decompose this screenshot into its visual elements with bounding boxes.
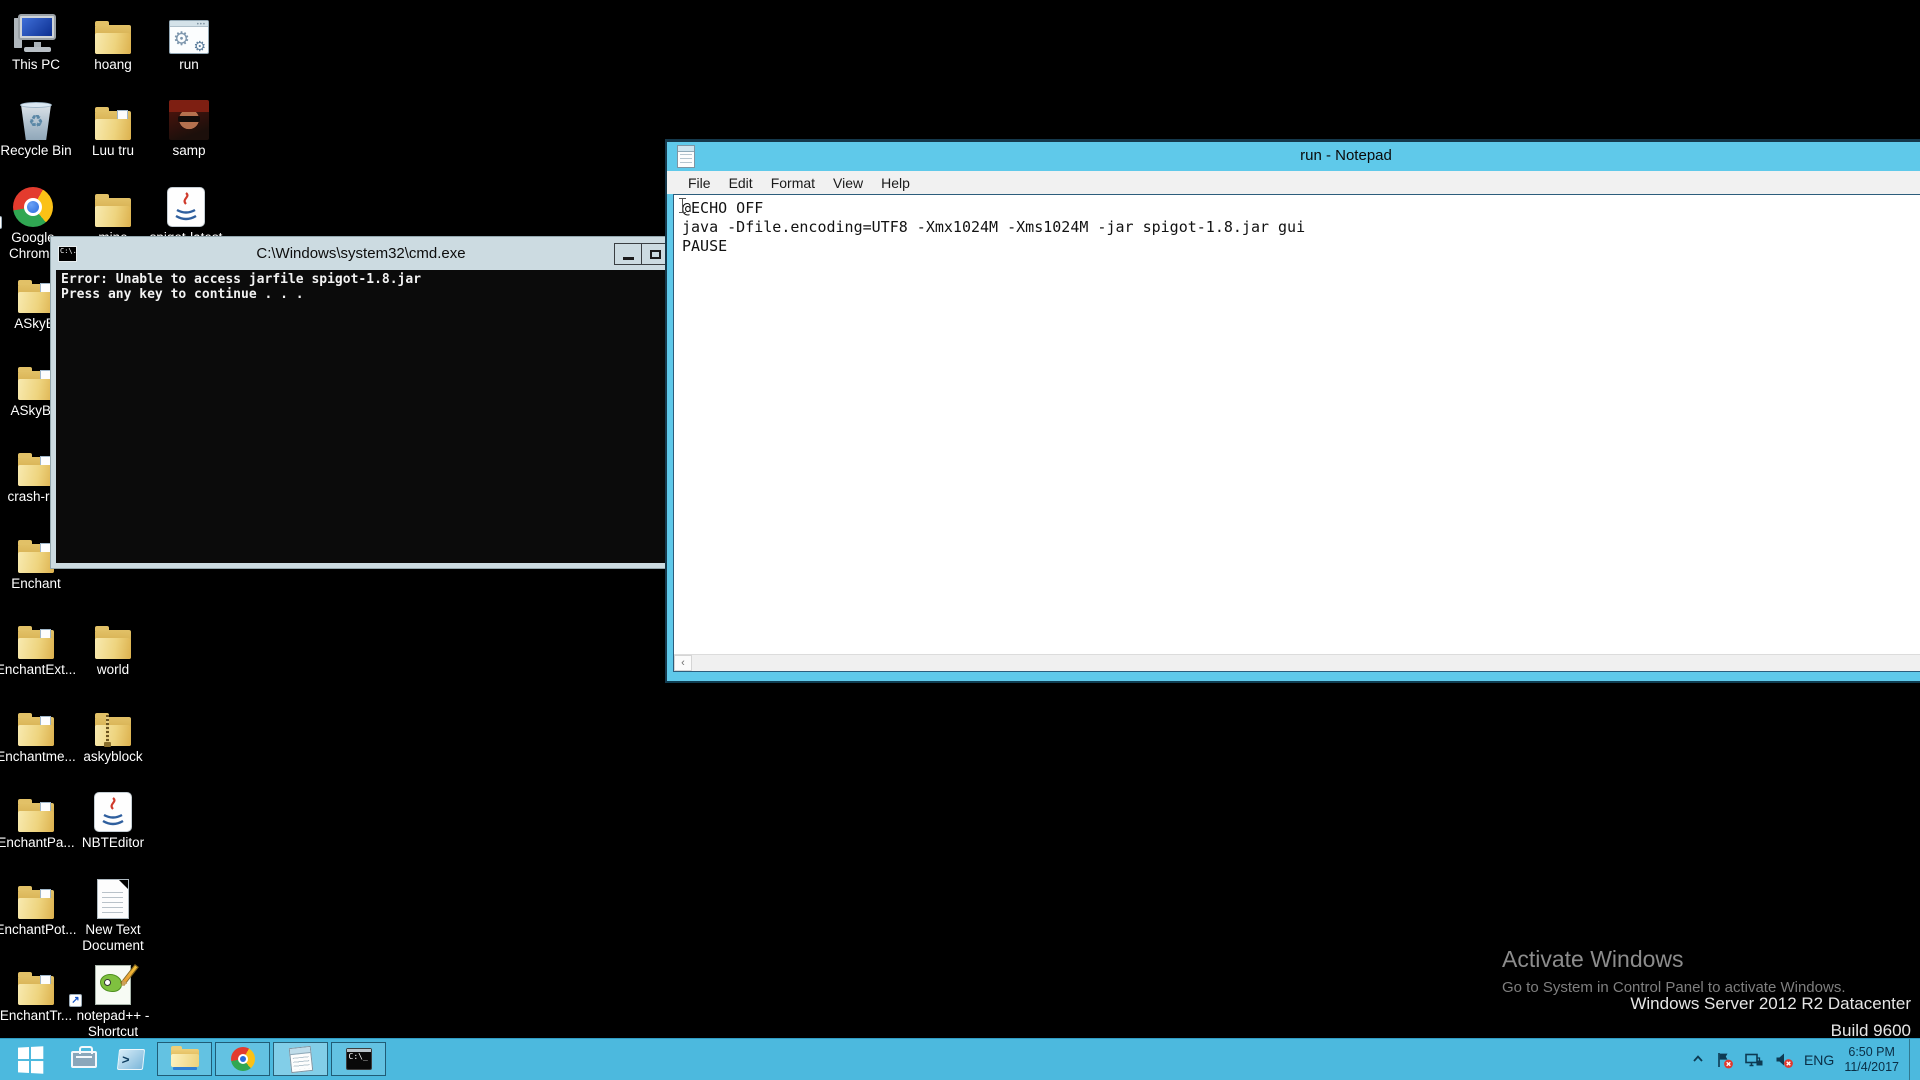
- os-edition-watermark: Windows Server 2012 R2 Datacenter Build …: [1630, 994, 1911, 1041]
- desktop-icon-label: world: [68, 662, 158, 678]
- powershell-icon: >: [116, 1049, 144, 1070]
- scroll-left-button[interactable]: ‹: [674, 655, 692, 671]
- folder-icon: [68, 615, 158, 659]
- file-explorer-icon: [171, 1049, 199, 1070]
- cmd-icon: C:\_: [346, 1048, 372, 1070]
- text-line: PAUSE: [682, 237, 727, 255]
- taskbar: > C:\_ ENG 6:50 PM 11/4/2017: [0, 1038, 1920, 1080]
- chevron-up-icon: [1691, 1053, 1705, 1065]
- shortcut-arrow-icon: ↗: [0, 216, 2, 229]
- desktop-icon-label: NBTEditor: [68, 835, 158, 851]
- horizontal-scrollbar[interactable]: ‹: [674, 654, 1920, 671]
- console-line: Press any key to continue . . .: [61, 287, 304, 302]
- desktop-icon-label: New Text Document: [68, 922, 158, 954]
- windows-logo-icon: [18, 1046, 43, 1073]
- notepad-window[interactable]: run - Notepad File Edit Format View Help…: [665, 139, 1920, 683]
- system-tray: ENG 6:50 PM 11/4/2017: [1691, 1039, 1920, 1080]
- notepad-window-title: run - Notepad: [667, 147, 1920, 164]
- desktop-icon-notepadpp-shortcut[interactable]: ↗ notepad++ - Shortcut: [68, 961, 158, 1040]
- desktop-icon-label: samp: [144, 143, 234, 159]
- desktop-icon-new-text-document[interactable]: New Text Document: [68, 875, 158, 954]
- menu-edit[interactable]: Edit: [720, 175, 762, 191]
- network-icon[interactable]: [1744, 1051, 1764, 1069]
- activate-windows-watermark: Activate Windows Go to System in Control…: [1502, 946, 1845, 996]
- desktop-icon-run[interactable]: •••⚙⚙ run: [144, 10, 234, 73]
- desktop-icon-label: Enchant: [0, 576, 81, 592]
- edition-text: Windows Server 2012 R2 Datacenter: [1630, 994, 1911, 1014]
- text-line: java -Dfile.encoding=UTF8 -Xmx1024M -Xms…: [682, 218, 1305, 236]
- action-center-icon[interactable]: [1715, 1051, 1734, 1069]
- notepad-text[interactable]: @ECHO OFF java -Dfile.encoding=UTF8 -Xmx…: [674, 195, 1920, 654]
- taskbar-chrome[interactable]: [215, 1042, 270, 1076]
- image-file-icon: [144, 96, 234, 140]
- zip-folder-icon: [68, 702, 158, 746]
- desktop-icon-samp[interactable]: samp: [144, 96, 234, 159]
- text-cursor: [679, 198, 686, 213]
- hidden-icons-button[interactable]: [1691, 1053, 1705, 1067]
- taskbar-powershell[interactable]: >: [107, 1039, 154, 1080]
- chrome-icon: ↗: [0, 183, 78, 227]
- volume-icon[interactable]: [1774, 1051, 1794, 1069]
- minimize-icon: [623, 257, 634, 260]
- show-desktop-button[interactable]: [1909, 1039, 1917, 1080]
- minimize-button[interactable]: [614, 243, 642, 265]
- taskbar-file-explorer[interactable]: [157, 1042, 212, 1076]
- clock-date: 11/4/2017: [1844, 1060, 1899, 1075]
- notepad-titlebar[interactable]: run - Notepad: [667, 142, 1920, 171]
- taskbar-server-manager[interactable]: [60, 1039, 107, 1080]
- notepad-edit-area[interactable]: @ECHO OFF java -Dfile.encoding=UTF8 -Xmx…: [673, 194, 1920, 672]
- server-manager-icon: [71, 1051, 97, 1068]
- notepad-menubar: File Edit Format View Help: [667, 171, 1920, 194]
- cmd-window[interactable]: C:\. C:\Windows\system32\cmd.exe Error: …: [50, 236, 672, 569]
- batch-file-icon: •••⚙⚙: [144, 10, 234, 54]
- start-button[interactable]: [0, 1039, 60, 1080]
- desktop-icon-world[interactable]: world: [68, 615, 158, 678]
- desktop-icon-label: run: [144, 57, 234, 73]
- menu-format[interactable]: Format: [762, 175, 824, 191]
- desktop-icon-nbteditor[interactable]: NBTEditor: [68, 788, 158, 851]
- menu-view[interactable]: View: [824, 175, 872, 191]
- shortcut-arrow-icon: ↗: [69, 994, 82, 1007]
- jar-file-icon: [68, 788, 158, 832]
- taskbar-clock[interactable]: 6:50 PM 11/4/2017: [1844, 1044, 1899, 1075]
- chrome-icon: [231, 1047, 255, 1071]
- watermark-title: Activate Windows: [1502, 946, 1845, 973]
- desktop: { "desktop": { "icons": [ { "label": "Th…: [0, 0, 1920, 1080]
- cmd-console-output[interactable]: Error: Unable to access jarfile spigot-1…: [56, 270, 666, 563]
- menu-file[interactable]: File: [679, 175, 720, 191]
- notepadpp-icon: ↗: [68, 961, 158, 1005]
- language-indicator[interactable]: ENG: [1804, 1052, 1834, 1068]
- cmd-titlebar[interactable]: C:\. C:\Windows\system32\cmd.exe: [51, 237, 671, 270]
- desktop-icon-label: notepad++ - Shortcut: [68, 1008, 158, 1040]
- clock-time: 6:50 PM: [1844, 1045, 1899, 1060]
- jar-file-icon: [141, 183, 231, 227]
- desktop-icon-label: askyblock: [68, 749, 158, 765]
- console-line: Error: Unable to access jarfile spigot-1…: [61, 272, 421, 287]
- cmd-window-title: C:\Windows\system32\cmd.exe: [51, 245, 671, 262]
- menu-help[interactable]: Help: [872, 175, 919, 191]
- notepad-icon: [288, 1045, 312, 1072]
- desktop-icon-askyblock-zip[interactable]: askyblock: [68, 702, 158, 765]
- text-file-icon: [68, 875, 158, 919]
- taskbar-cmd[interactable]: C:\_: [331, 1042, 386, 1076]
- maximize-icon: [650, 250, 661, 259]
- text-line: @ECHO OFF: [682, 199, 763, 217]
- taskbar-notepad[interactable]: [273, 1042, 328, 1076]
